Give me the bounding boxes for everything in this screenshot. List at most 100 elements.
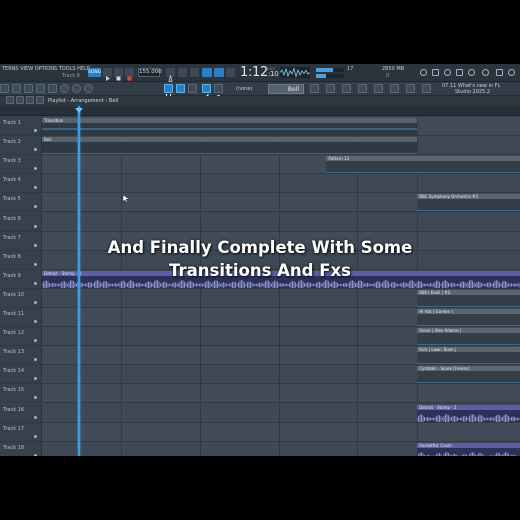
track-header[interactable]: Track 14: [0, 365, 42, 384]
tempo-knob[interactable]: [60, 84, 69, 93]
stem-button[interactable]: [422, 84, 431, 93]
main-menu[interactable]: TERNS VIEW OPTIONS TOOLS HELP: [2, 66, 90, 72]
track-lane[interactable]: Cymbals - Snare [Freeze]: [42, 365, 520, 384]
track-header[interactable]: Track 15: [0, 384, 42, 403]
track-header[interactable]: Track 1: [0, 117, 42, 136]
track-enable-led[interactable]: [34, 300, 37, 304]
track-header[interactable]: Track 2: [0, 136, 42, 155]
mixer-icon[interactable]: [444, 69, 451, 76]
step-edit-button[interactable]: [214, 68, 224, 77]
playlist-clip[interactable]: Pattern 12: [326, 156, 520, 174]
track-lane[interactable]: Kick | Lawn Team |: [42, 346, 520, 365]
playhead-marker[interactable]: [74, 108, 83, 113]
play-button[interactable]: [103, 68, 112, 81]
view-playlist-button[interactable]: [0, 84, 9, 93]
track-header[interactable]: Track 18: [0, 441, 42, 456]
track-enable-led[interactable]: [34, 434, 37, 438]
track-enable-led[interactable]: [34, 415, 37, 419]
track-enable-led[interactable]: [34, 320, 37, 324]
track-enable-led[interactable]: [34, 281, 37, 285]
plugin-picker-icon[interactable]: [496, 69, 503, 76]
playlist-clip[interactable]: Hi Hat | Garden |: [417, 309, 520, 326]
settings-icon[interactable]: [420, 69, 427, 76]
track-header[interactable]: Track 4: [0, 174, 42, 193]
pl-zoom-button[interactable]: [16, 96, 24, 104]
pl-snap-button[interactable]: [26, 96, 34, 104]
track-enable-led[interactable]: [34, 358, 37, 362]
add-pattern-button[interactable]: [310, 84, 319, 93]
track-lane[interactable]: Bell: [42, 136, 520, 155]
playlist-clip[interactable]: Detroit - Stomp - 2: [417, 404, 520, 422]
browser-icon[interactable]: [482, 69, 489, 76]
view-channel-button[interactable]: [24, 84, 33, 93]
help-icon[interactable]: [508, 69, 515, 76]
track-header[interactable]: Track 16: [0, 403, 42, 422]
playlist-clip[interactable]: Transition: [42, 118, 418, 135]
record-button[interactable]: [125, 68, 134, 81]
pl-menu-button[interactable]: [6, 96, 14, 104]
loop-record-button[interactable]: [202, 68, 212, 77]
snap-dropdown[interactable]: (none): [236, 86, 252, 92]
mixer-button[interactable]: [326, 84, 335, 93]
wait-input-button[interactable]: [178, 68, 187, 77]
track-lane[interactable]: Snare | Alex Adame |: [42, 327, 520, 346]
track-header[interactable]: Track 13: [0, 346, 42, 365]
track-lane[interactable]: [42, 422, 520, 441]
track-lane[interactable]: Rocketfist Crash: [42, 441, 520, 456]
track-lane[interactable]: [42, 174, 520, 193]
track-enable-led[interactable]: [34, 224, 37, 228]
piano-roll-icon[interactable]: [468, 69, 475, 76]
track-lane[interactable]: Transition: [42, 117, 520, 136]
track-enable-led[interactable]: [34, 396, 37, 400]
pl-slice-button[interactable]: [36, 96, 44, 104]
track-header[interactable]: Track 5: [0, 193, 42, 212]
playlist-breadcrumb[interactable]: Playlist - Arrangement › Bell: [48, 98, 118, 104]
draw-tool-button[interactable]: [176, 84, 185, 93]
track-lane[interactable]: Hi Hat | Garden |: [42, 308, 520, 327]
pencil-tool-button[interactable]: [202, 84, 211, 100]
blend-notes-button[interactable]: [226, 68, 235, 77]
playlist-clip[interactable]: 808 | Kaoli | #2: [417, 289, 520, 307]
track-enable-led[interactable]: [34, 205, 37, 209]
track-enable-led[interactable]: [34, 148, 37, 152]
pitch-knob[interactable]: [72, 84, 81, 93]
piano-roll-button[interactable]: [358, 84, 367, 93]
view-piano-button[interactable]: [12, 84, 21, 93]
touch-keyboard-button[interactable]: [406, 84, 415, 93]
track-enable-led[interactable]: [34, 129, 37, 133]
track-header[interactable]: Track 3: [0, 155, 42, 174]
track-lane[interactable]: [42, 384, 520, 403]
track-header[interactable]: Track 6: [0, 212, 42, 231]
snap-magnet-button[interactable]: [164, 84, 173, 100]
playlist-clip[interactable]: Snare | Alex Adame |: [417, 328, 520, 346]
track-header[interactable]: Track 10: [0, 288, 42, 307]
metronome-button[interactable]: [166, 68, 175, 82]
countdown-button[interactable]: [190, 68, 199, 77]
track-header[interactable]: Track 17: [0, 422, 42, 441]
view-browser-button[interactable]: [48, 84, 57, 93]
undo-icon[interactable]: [432, 69, 439, 76]
track-enable-led[interactable]: [34, 339, 37, 343]
master-knob[interactable]: [84, 84, 93, 93]
view-mixer-button[interactable]: [36, 84, 45, 93]
playlist-clip[interactable]: BBC Symphony Orchestra #3: [417, 194, 520, 212]
plugin-button[interactable]: [390, 84, 399, 93]
track-lane[interactable]: BBC Symphony Orchestra #3: [42, 193, 520, 212]
track-lane[interactable]: Detroit - Stomp - 2: [42, 403, 520, 422]
track-header[interactable]: Track 11: [0, 308, 42, 327]
playlist-clip[interactable]: Kick | Lawn Team |: [417, 347, 520, 365]
track-enable-led[interactable]: [34, 167, 37, 171]
tempo-field[interactable]: 155.000: [138, 68, 162, 77]
song-mode-toggle[interactable]: SONG: [88, 68, 101, 77]
track-header[interactable]: Track 12: [0, 327, 42, 346]
playlist-clip[interactable]: Cymbals - Snare [Freeze]: [417, 366, 520, 384]
track-lane[interactable]: [42, 212, 520, 231]
browser-button[interactable]: [374, 84, 383, 93]
track-lane[interactable]: Pattern 12: [42, 155, 520, 174]
channel-rack-button[interactable]: [342, 84, 351, 93]
channel-rack-icon[interactable]: [456, 69, 463, 76]
playlist-clip[interactable]: Bell: [42, 137, 418, 155]
track-lane[interactable]: 808 | Kaoli | #2: [42, 288, 520, 307]
pattern-selector[interactable]: Bell: [268, 84, 304, 94]
track-enable-led[interactable]: [34, 377, 37, 381]
